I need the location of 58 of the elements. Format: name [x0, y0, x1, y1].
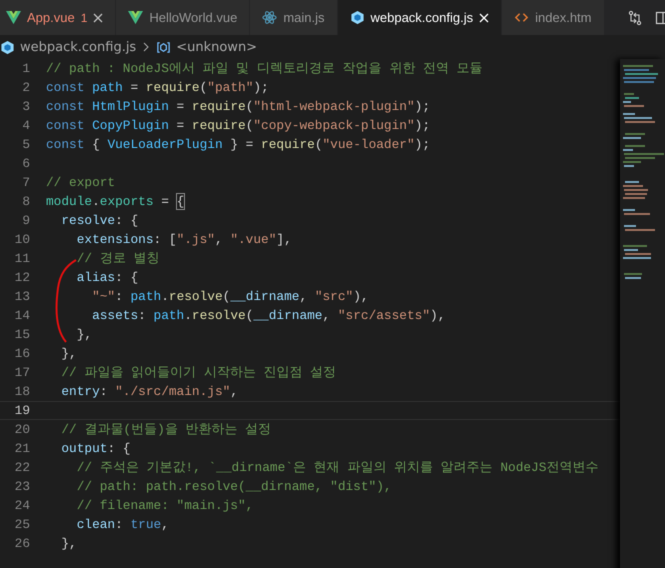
line-number: 23	[14, 479, 30, 494]
code-line: const CopyPlugin = require("copy-webpack-plugin");	[46, 118, 430, 133]
line-number: 21	[14, 441, 30, 456]
code-line: // filename: "main.js",	[76, 498, 254, 513]
line-number: 16	[14, 346, 30, 361]
code-line: const { VueLoaderPlugin } = require("vue-loader");	[46, 137, 430, 152]
breadcrumb-item[interactable]: webpack.config.js	[20, 40, 136, 54]
editor-tab[interactable]: App.vue 1	[0, 0, 116, 35]
code-line: clean: true,	[76, 517, 169, 532]
line-number: 17	[14, 365, 30, 380]
code-line: assets: path.resolve(__dirname, "src/assets"),	[91, 308, 446, 323]
code-line: },	[76, 327, 92, 342]
code-line: },	[60, 346, 77, 361]
code-line: // 결과물(번들)을 반환하는 설정	[60, 421, 272, 438]
line-number: 19	[14, 403, 30, 418]
code-line: // export	[46, 175, 116, 190]
editor-tab[interactable]: webpack.config.js	[338, 0, 502, 35]
code-line: const HtmlPlugin = require("html-webpack-plugin");	[46, 99, 430, 114]
line-number: 7	[21, 175, 30, 190]
code-line: resolve: {	[60, 213, 138, 228]
code-line: module.exports = {	[46, 194, 184, 209]
line-number: 26	[14, 536, 30, 551]
code-line: extensions: [".js", ".vue"],	[76, 232, 292, 247]
code-line: // 주석은 기본값!, `__dirname`은 현재 파일의 위치를 알려주는 NodeJS전역변수	[76, 459, 598, 476]
line-number: 18	[14, 384, 30, 399]
line-number: 24	[14, 498, 30, 513]
line-number: 4	[21, 118, 30, 133]
code-line: },	[60, 536, 77, 551]
line-number: 14	[14, 308, 30, 323]
problem-count: 1	[80, 10, 88, 24]
line-number: 11	[14, 251, 30, 266]
line-number: 8	[21, 194, 30, 209]
code-line: const path = require("path");	[46, 80, 269, 95]
line-number: 6	[21, 156, 30, 171]
line-number: 1	[21, 61, 30, 76]
code-line: entry: "./src/main.js",	[60, 384, 238, 399]
code-line: output: {	[60, 441, 130, 456]
code-line: alias: {	[76, 270, 138, 285]
breadcrumb-item[interactable]: <unknown>	[176, 40, 258, 54]
line-number: 22	[14, 460, 30, 475]
line-number: 2	[21, 80, 30, 95]
line-number: 15	[14, 327, 30, 342]
line-number: 9	[21, 213, 30, 228]
line-number: 13	[14, 289, 30, 304]
editor-tab[interactable]: HelloWorld.vue	[116, 0, 250, 35]
code-line: // 경로 별칭	[76, 250, 160, 267]
editor-tab[interactable]: index.htm	[502, 0, 604, 35]
editor-tab[interactable]: main.js	[250, 0, 338, 35]
line-number: 5	[21, 137, 30, 152]
code-line: // path: path.resolve(__dirname, "dist"),	[76, 479, 392, 494]
line-number: 25	[14, 517, 30, 532]
line-number: 20	[14, 422, 30, 437]
code-line: "~": path.resolve(__dirname, "src"),	[91, 289, 369, 304]
code-line: // 파일을 읽어들이기 시작하는 진입점 설정	[60, 364, 336, 381]
line-number: 3	[21, 99, 30, 114]
line-number: 12	[14, 270, 30, 285]
line-number: 10	[14, 232, 30, 247]
code-line: // path : NodeJS에서 파일 및 디렉토리경로 작업을 위한 전역 모듈	[46, 60, 483, 77]
